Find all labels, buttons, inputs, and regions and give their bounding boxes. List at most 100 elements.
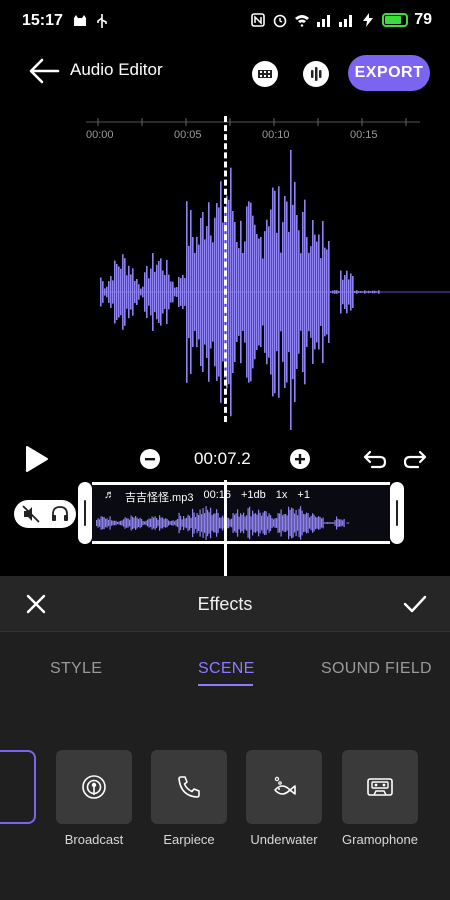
waveform-bar — [276, 518, 278, 528]
clip-gain: +1db — [241, 489, 266, 501]
tab-style[interactable]: STYLE — [50, 660, 102, 678]
waveform-bar — [348, 279, 350, 305]
waveform-bar — [324, 247, 326, 337]
effect-tile[interactable] — [246, 750, 322, 824]
waveform-bar — [280, 252, 282, 332]
effect-tile[interactable] — [151, 750, 227, 824]
waveform-bar — [334, 290, 336, 294]
waveform-bar — [99, 519, 101, 527]
waveform-bar — [210, 507, 212, 539]
waveform-bar — [129, 519, 131, 527]
waveform-bar — [171, 520, 173, 526]
effect-item-gramophone[interactable]: Gramophone — [342, 750, 418, 847]
waveform-bar — [310, 515, 312, 531]
play-icon[interactable] — [22, 444, 50, 474]
waveform-bar — [340, 270, 342, 314]
waveform-bar — [262, 258, 264, 326]
zoom-in-button[interactable] — [290, 449, 310, 469]
waveform-bar — [229, 519, 231, 527]
waveform-bar — [214, 217, 216, 367]
signal-icon — [317, 15, 331, 27]
signal-2-icon — [339, 15, 353, 27]
waveform-bar — [300, 253, 302, 331]
waveform-bar — [172, 520, 174, 526]
waveform-bar — [265, 511, 267, 535]
back-arrow-icon[interactable] — [28, 56, 62, 86]
waveform-bar — [130, 515, 132, 531]
waveform-bar — [106, 518, 108, 528]
waveform-bar — [234, 514, 236, 532]
clip-trim-handle-right[interactable] — [390, 482, 404, 544]
waveform-bar — [324, 522, 326, 524]
clip-trim-handle-left[interactable] — [78, 482, 92, 544]
clip-body[interactable]: ♬ 吉吉怪怪.mp3 00:16 +1db 1x +1 — [92, 482, 390, 544]
waveform-bar — [250, 202, 252, 382]
effect-tile[interactable] — [342, 750, 418, 824]
headphone-icon[interactable] — [50, 504, 70, 524]
zoom-out-button[interactable] — [140, 449, 160, 469]
waveform-bar — [189, 515, 191, 531]
waveform-bar — [350, 273, 352, 311]
undo-icon[interactable] — [362, 448, 388, 470]
waveform-bar — [196, 513, 198, 533]
waveform-bar — [368, 290, 370, 294]
effect-label: Underwater — [250, 832, 318, 847]
effect-item-earpiece[interactable]: Earpiece — [151, 750, 227, 847]
waveform-bar — [154, 271, 156, 313]
effect-tile[interactable] — [56, 750, 132, 824]
waveform-bar — [343, 518, 345, 528]
waveform-bar — [100, 516, 102, 530]
waveform-bar — [168, 274, 170, 310]
waveform-bar — [313, 514, 315, 532]
waveform-bar — [200, 217, 202, 367]
tab-scene[interactable]: SCENE — [198, 660, 255, 678]
waveform-bar — [109, 516, 111, 530]
waveform-bar — [236, 241, 238, 343]
playback-controls: 00:07.2 — [0, 440, 450, 480]
waveform-button[interactable] — [303, 61, 329, 87]
export-button[interactable]: EXPORT — [348, 55, 430, 91]
effect-item-underwater[interactable]: Underwater — [246, 750, 322, 847]
effect-item-partial[interactable] — [0, 750, 36, 824]
waveform-bar — [176, 287, 178, 297]
waveform-bar — [242, 252, 244, 332]
waveform-bar — [102, 281, 104, 303]
waveform-bar — [297, 515, 299, 531]
timeline-playhead[interactable] — [224, 480, 227, 576]
check-icon[interactable] — [402, 592, 428, 616]
waveform-bar — [152, 253, 154, 331]
waveform-bar — [277, 513, 279, 533]
waveform-bar — [118, 266, 120, 318]
track-audio-toggle[interactable] — [14, 500, 76, 528]
waveform-bar — [376, 291, 378, 293]
film-strip-button[interactable] — [252, 61, 278, 87]
waveform-bar — [362, 291, 364, 293]
waveform-bar — [151, 516, 153, 530]
waveform-bar — [103, 516, 105, 530]
waveform-bar — [96, 519, 98, 527]
waveform-bar — [318, 516, 320, 530]
waveform-bar — [160, 517, 162, 529]
effects-tabs: STYLE SCENE SOUND FIELD — [0, 648, 450, 698]
playhead-line[interactable] — [224, 116, 227, 422]
waveform-bar — [175, 519, 177, 527]
clip-speed: 1x — [275, 489, 288, 501]
waveform-bar — [298, 230, 300, 354]
audio-clip[interactable]: ♬ 吉吉怪怪.mp3 00:16 +1db 1x +1 — [78, 482, 404, 544]
nfc-icon — [251, 13, 266, 27]
music-note-icon: ♬ — [104, 489, 115, 501]
waveform-bar — [240, 513, 242, 533]
waveform-bar — [108, 281, 110, 303]
effect-item-broadcast[interactable]: Broadcast — [56, 750, 132, 847]
tab-sound-field[interactable]: SOUND FIELD — [321, 660, 432, 678]
waveform-bar — [322, 220, 324, 364]
waveform-bar — [153, 517, 155, 529]
mute-icon[interactable] — [21, 504, 41, 524]
waveform-bar — [336, 516, 338, 530]
waveform-bar — [284, 195, 286, 389]
waveform-bar — [344, 274, 346, 310]
redo-icon[interactable] — [402, 448, 428, 470]
waveform-bar — [97, 518, 99, 528]
waveform-bar — [114, 520, 116, 526]
waveform-bar — [259, 512, 261, 534]
